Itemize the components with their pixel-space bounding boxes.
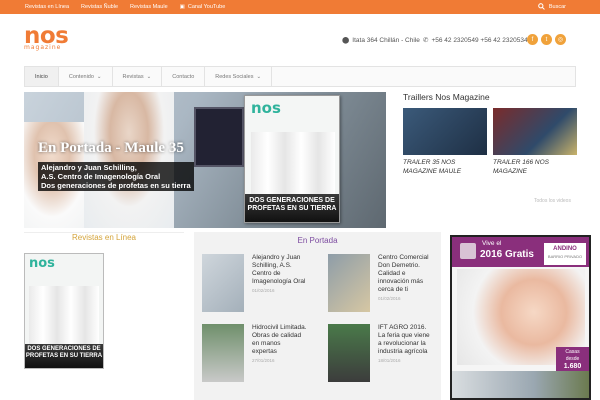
portada-thumbnail[interactable] [328, 254, 370, 312]
portada-item-date: 18/01/2016 [378, 358, 401, 363]
header: nos magazine ⬤ Itata 364 Chillán - Chile… [0, 14, 600, 66]
chevron-down-icon: ⌄ [256, 73, 262, 80]
ad-photo-houses [452, 371, 589, 398]
portada-thumbnail[interactable] [202, 254, 244, 312]
trailer-item[interactable]: TRAILER 35 NOS MAGAZINE MAULE [403, 108, 487, 176]
gift-icon [460, 243, 476, 259]
chevron-down-icon: ⌄ [96, 73, 102, 80]
portada-item-date: 27/01/2016 [252, 358, 275, 363]
trailer-title[interactable]: TRAILER 166 NOS MAGAZINE [493, 158, 577, 176]
portada-thumbnail[interactable] [328, 324, 370, 382]
trailers-heading: Traillers Nos Magazine [403, 92, 490, 102]
ad-gratis-text: 2016 Gratis [480, 249, 534, 260]
portada-item-title[interactable]: IFT AGRO 2016. La feria que viene a revo… [378, 324, 433, 356]
address-text: Itata 364 Chillán - Chile [352, 36, 420, 44]
phone-text: +56 42 2320549 +56 42 2320534 [431, 36, 528, 44]
cover-headline: DOS GENERACIONES DE PROFETAS EN SU TIERR… [25, 344, 103, 368]
hero-slider[interactable]: nos DOS GENERACIONES DE PROFETAS EN SU T… [24, 92, 386, 228]
instagram-icon[interactable]: ◎ [555, 34, 566, 45]
hero-photo-monitor [194, 107, 244, 167]
topbar-link-youtube-label: Canal YouTube [187, 4, 226, 10]
search-label: Buscar [548, 3, 566, 10]
hero-magazine-cover: nos DOS GENERACIONES DE PROFETAS EN SU T… [244, 95, 340, 223]
cover-logo: nos [29, 256, 55, 271]
ad-price-value: 1.680 [563, 363, 582, 370]
top-bar: Revistas en Línea Revistas Ñuble Revista… [0, 0, 600, 14]
portada-item[interactable]: Hidrocivil Limitada. Obras de calidad en… [202, 324, 307, 382]
twitter-icon[interactable]: t [541, 34, 552, 45]
advertisement-banner[interactable]: Vive el 2016 Gratis ANDINO BARRIO PRIVAD… [450, 235, 591, 400]
search-icon [538, 3, 545, 10]
portada-thumbnail[interactable] [202, 324, 244, 382]
ad-vive-text: Vive el [482, 240, 502, 247]
ad-price-badge: Casas desde 1.680 [556, 347, 589, 372]
portada-item[interactable]: Centro Comercial Don Demetrio. Calidad e… [328, 254, 433, 312]
social-links: f t ◎ [527, 34, 566, 45]
nav-item-redes-sociales[interactable]: Redes Sociales ⌄ [205, 67, 273, 86]
topbar-link-revistas-maule[interactable]: Revistas Maule [130, 4, 168, 10]
nav-item-revistas[interactable]: Revistas ⌄ [113, 67, 163, 86]
portada-item-title[interactable]: Centro Comercial Don Demetrio. Calidad e… [378, 254, 433, 294]
cover-logo: nos [251, 99, 281, 117]
phone-icon: ✆ [423, 37, 429, 44]
trailer-title[interactable]: TRAILER 35 NOS MAGAZINE MAULE [403, 158, 487, 176]
phone: ✆ +56 42 2320549 +56 42 2320534 [423, 36, 528, 45]
nav-label: Contenido [68, 73, 94, 80]
portada-section: En Portada Alejandro y Juan Schilling, A… [194, 232, 441, 400]
revistas-heading: Revistas en Línea [24, 232, 184, 246]
portada-item-date: 01/02/2016 [378, 296, 401, 301]
portada-item-date: 01/02/2016 [252, 288, 275, 293]
portada-item[interactable]: Alejandro y Juan Schilling, A.S. Centro … [202, 254, 307, 312]
topbar-link-youtube[interactable]: ▣ Canal YouTube [180, 4, 238, 10]
revista-cover[interactable]: nos DOS GENERACIONES DE PROFETAS EN SU T… [24, 253, 104, 369]
trailer-thumbnail[interactable] [403, 108, 487, 155]
ad-brand-logo: ANDINO BARRIO PRIVADO [544, 243, 586, 265]
map-pin-icon: ⬤ [342, 37, 350, 44]
trailer-item[interactable]: TRAILER 166 NOS MAGAZINE [493, 108, 577, 176]
portada-item-title[interactable]: Hidrocivil Limitada. Obras de calidad en… [252, 324, 307, 356]
hero-title[interactable]: En Portada - Maule 35 [38, 140, 184, 157]
nav-label: Contacto [172, 73, 195, 80]
chevron-down-icon: ⌄ [146, 73, 152, 80]
ad-price-label: Casas desde [565, 349, 580, 362]
nav-item-inicio[interactable]: Inicio [25, 67, 59, 86]
portada-item-title[interactable]: Alejandro y Juan Schilling, A.S. Centro … [252, 254, 307, 286]
nav-item-contenido[interactable]: Contenido ⌄ [59, 67, 113, 86]
site-logo[interactable]: nos magazine [24, 25, 69, 51]
portada-item[interactable]: IFT AGRO 2016. La feria que viene a revo… [328, 324, 433, 382]
cover-headline: DOS GENERACIONES DE PROFETAS EN SU TIERR… [245, 194, 339, 222]
facebook-icon[interactable]: f [527, 34, 538, 45]
address: ⬤ Itata 364 Chillán - Chile [342, 36, 420, 45]
topbar-link-revistas-nuble[interactable]: Revistas Ñuble [81, 4, 118, 10]
topbar-link-revistas-linea[interactable]: Revistas en Línea [25, 4, 69, 10]
ad-brand-sub: BARRIO PRIVADO [547, 254, 583, 259]
all-videos-link[interactable]: Todos los videos [534, 198, 571, 204]
nav-item-contacto[interactable]: Contacto [162, 67, 206, 86]
hero-caption-line: A.S. Centro de Imagenología Oral [41, 172, 161, 181]
cover-photo [29, 286, 99, 346]
hero-caption-line: Dos generaciones de profetas en su tierr… [41, 181, 191, 190]
cover-photo [251, 132, 335, 200]
trailers-section: Traillers Nos Magazine TRAILER 35 NOS MA… [403, 92, 578, 176]
search-button[interactable]: Buscar [538, 3, 578, 10]
ad-brand-name: ANDINO [553, 246, 577, 252]
hero-caption: Alejandro y Juan Schilling, A.S. Centro … [38, 162, 194, 191]
hero-photo-person-right [84, 92, 174, 228]
nav-label: Revistas [122, 73, 144, 80]
youtube-icon: ▣ [179, 4, 185, 10]
main-nav: Inicio Contenido ⌄ Revistas ⌄ Contacto Red… [24, 66, 576, 87]
portada-heading: En Portada [297, 236, 338, 245]
hero-caption-line: Alejandro y Juan Schilling, [41, 163, 137, 172]
nav-label: Inicio [35, 73, 48, 80]
nav-label: Redes Sociales [215, 73, 254, 80]
trailer-thumbnail[interactable] [493, 108, 577, 155]
